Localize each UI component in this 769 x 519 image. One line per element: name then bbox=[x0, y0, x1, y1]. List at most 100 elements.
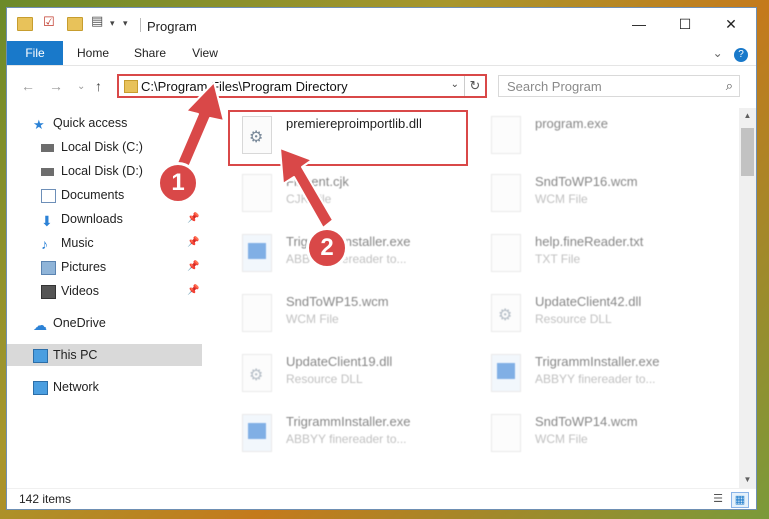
network-icon bbox=[33, 381, 48, 395]
document-icon bbox=[242, 174, 272, 212]
app-icon bbox=[491, 116, 521, 154]
tab-share[interactable]: Share bbox=[125, 41, 175, 65]
file-item[interactable]: program.exe bbox=[477, 112, 717, 168]
file-item[interactable]: help.fineReader.txt TXT File bbox=[477, 230, 717, 286]
address-path[interactable]: C:\Program Files\Program Directory bbox=[141, 79, 348, 94]
file-type: WCM File bbox=[286, 312, 339, 326]
file-item[interactable]: TrigrammInstaller.exe ABBYY finereader t… bbox=[228, 230, 468, 286]
music-icon: ♪ bbox=[41, 236, 48, 252]
sidebar-item-local-disk-c[interactable]: Local Disk (C:) bbox=[7, 136, 202, 158]
details-view-button[interactable]: ☰ bbox=[710, 492, 726, 506]
window-icon bbox=[491, 354, 521, 392]
sidebar-item-downloads[interactable]: ⬇ Downloads 📌 bbox=[7, 208, 202, 230]
window-title: Program bbox=[147, 19, 197, 34]
title-separator bbox=[140, 18, 141, 32]
file-name: Fineent.cjk bbox=[286, 174, 349, 189]
sidebar-item-quick-access[interactable]: ★ Quick access bbox=[7, 112, 202, 134]
help-icon[interactable]: ? bbox=[734, 48, 748, 62]
pin-icon[interactable]: 📌 bbox=[187, 280, 199, 302]
close-button[interactable]: ✕ bbox=[709, 12, 753, 36]
highlight-box bbox=[228, 110, 468, 166]
file-list: premiereproimportlib.dll program.exe Fin… bbox=[213, 108, 739, 488]
pin-icon[interactable]: 📌 bbox=[187, 232, 199, 254]
file-item[interactable]: SndToWP14.wcm WCM File bbox=[477, 410, 717, 466]
customize-toolbar-icon[interactable]: ▤ bbox=[91, 13, 105, 28]
document-icon bbox=[491, 414, 521, 452]
maximize-button[interactable]: ☐ bbox=[663, 12, 707, 36]
file-item[interactable]: TrigrammInstaller.exe ABBYY finereader t… bbox=[228, 410, 468, 466]
sidebar-item-label: Pictures bbox=[61, 260, 107, 274]
title-bar: ☑ ▤ ▾ ▾ Program — ☐ ✕ bbox=[7, 8, 756, 41]
window-icon bbox=[242, 234, 272, 272]
search-icon[interactable]: ⌕ bbox=[726, 78, 733, 94]
file-item[interactable]: TrigrammInstaller.exe ABBYY finereader t… bbox=[477, 350, 717, 406]
tab-home[interactable]: Home bbox=[67, 41, 119, 65]
sidebar-item-onedrive[interactable]: ☁ OneDrive bbox=[7, 312, 202, 334]
folder-icon bbox=[124, 80, 138, 93]
file-name: TrigrammInstaller.exe bbox=[286, 414, 411, 429]
expand-ribbon-icon[interactable]: ⌄ bbox=[713, 46, 723, 60]
tab-file[interactable]: File bbox=[7, 41, 63, 65]
document-icon bbox=[491, 234, 521, 272]
gear-icon bbox=[491, 294, 521, 332]
file-type: Resource DLL bbox=[535, 312, 612, 326]
recent-locations-button[interactable]: ⌄ bbox=[77, 81, 85, 92]
sidebar-item-label: This PC bbox=[53, 348, 98, 362]
sidebar-item-network[interactable]: Network bbox=[7, 376, 202, 398]
pictures-icon bbox=[41, 261, 56, 275]
file-type: ABBYY finereader to... bbox=[286, 432, 407, 446]
ribbon-controls: ⌄ ? bbox=[713, 46, 748, 62]
ribbon-tabs: File Home Share View ⌄ ? bbox=[7, 41, 756, 66]
file-type: Resource DLL bbox=[286, 372, 363, 386]
search-input[interactable]: Search Program ⌕ bbox=[498, 75, 740, 97]
forward-button[interactable]: → bbox=[49, 78, 63, 94]
sidebar-item-this-pc[interactable]: This PC bbox=[7, 344, 202, 366]
scroll-thumb[interactable] bbox=[741, 128, 754, 176]
file-item[interactable]: UpdateClient19.dll Resource DLL bbox=[228, 350, 468, 406]
folder-icon bbox=[17, 17, 33, 31]
file-type: ABBYY finereader to... bbox=[535, 372, 656, 386]
sidebar-item-label: Downloads bbox=[61, 212, 123, 226]
up-button[interactable]: ↑ bbox=[95, 78, 102, 94]
properties-icon[interactable]: ☑ bbox=[43, 14, 57, 29]
file-item[interactable]: SndToWP16.wcm WCM File bbox=[477, 170, 717, 226]
sidebar-item-label: Documents bbox=[61, 188, 125, 202]
sidebar-item-music[interactable]: ♪ Music 📌 bbox=[7, 232, 202, 254]
drive-icon bbox=[41, 168, 54, 176]
file-name: UpdateClient19.dll bbox=[286, 354, 393, 369]
document-icon bbox=[491, 174, 521, 212]
vertical-scrollbar[interactable]: ▲ ▼ bbox=[739, 108, 756, 488]
back-button[interactable]: ← bbox=[21, 78, 35, 94]
new-folder-icon[interactable] bbox=[67, 17, 83, 31]
file-name: help.fineReader.txt bbox=[535, 234, 644, 249]
refresh-button[interactable]: ↻ bbox=[464, 76, 485, 96]
document-icon bbox=[242, 294, 272, 332]
customize-dropdown-icon[interactable]: ▾ bbox=[123, 18, 137, 30]
download-icon: ⬇ bbox=[41, 213, 53, 229]
scroll-up-button[interactable]: ▲ bbox=[739, 108, 756, 124]
pin-icon[interactable]: 📌 bbox=[187, 256, 199, 278]
scroll-down-button[interactable]: ▼ bbox=[739, 472, 756, 488]
file-item[interactable]: SndToWP15.wcm WCM File bbox=[228, 290, 468, 346]
file-item[interactable]: UpdateClient42.dll Resource DLL bbox=[477, 290, 717, 346]
file-name: program.exe bbox=[535, 116, 608, 131]
minimize-button[interactable]: — bbox=[617, 12, 661, 36]
file-type: CJK File bbox=[286, 192, 332, 206]
file-item[interactable]: Fineent.cjk CJK File bbox=[228, 170, 468, 226]
file-name: SndToWP15.wcm bbox=[286, 294, 389, 309]
tab-view[interactable]: View bbox=[182, 41, 228, 65]
gear-icon bbox=[242, 354, 272, 392]
large-icons-view-button[interactable]: ▦ bbox=[731, 492, 749, 508]
sidebar-item-label: Music bbox=[61, 236, 94, 250]
pin-icon[interactable]: 📌 bbox=[187, 208, 199, 230]
window-icon bbox=[242, 414, 272, 452]
sidebar-item-pictures[interactable]: Pictures 📌 bbox=[7, 256, 202, 278]
file-name: UpdateClient42.dll bbox=[535, 294, 642, 309]
address-dropdown-icon[interactable]: ⌄ bbox=[451, 79, 459, 90]
computer-icon bbox=[33, 349, 48, 363]
sidebar-item-videos[interactable]: Videos 📌 bbox=[7, 280, 202, 302]
file-type: TXT File bbox=[535, 252, 581, 266]
file-type: WCM File bbox=[535, 192, 588, 206]
address-bar[interactable]: C:\Program Files\Program Directory ⌄ ↻ bbox=[117, 74, 487, 98]
quick-access-dropdown-icon[interactable]: ▾ bbox=[110, 18, 124, 30]
